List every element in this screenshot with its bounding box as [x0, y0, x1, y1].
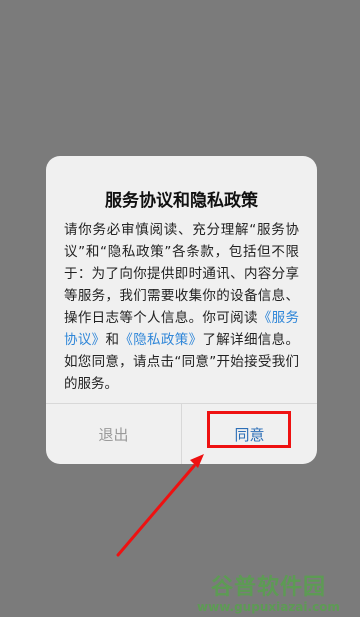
site-watermark: 谷普软件园 www.gupuxiazai.com	[179, 575, 358, 614]
dialog-title: 服务协议和隐私政策	[105, 191, 258, 211]
privacy-dialog: 服务协议和隐私政策 请你务必审慎阅读、充分理解“服务协议”和“隐私政策”各条款，…	[46, 156, 317, 464]
exit-button[interactable]: 退出	[46, 404, 181, 464]
privacy-policy-link[interactable]: 《隐私政策》	[119, 332, 202, 348]
watermark-url: www.gupuxiazai.com	[197, 600, 340, 614]
dialog-content: 请你务必审慎阅读、充分理解“服务协议”和“隐私政策”各条款，包括但不限于：为了向…	[64, 219, 299, 395]
agree-button[interactable]: 同意	[182, 404, 317, 464]
content-text-and: 和	[105, 332, 120, 348]
watermark-logo-text: 谷普软件园	[210, 575, 326, 600]
